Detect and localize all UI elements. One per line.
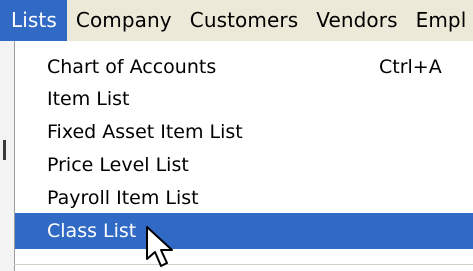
menu-company[interactable]: Company [67, 0, 181, 41]
menu-item-payroll-item-list[interactable]: Payroll Item List [15, 180, 473, 216]
menu-item-label: Chart of Accounts [47, 56, 217, 78]
mouse-pointer-icon [146, 226, 173, 267]
menu-lists[interactable]: Lists [0, 0, 67, 41]
menu-item-label: Fixed Asset Item List [47, 121, 243, 143]
menu-item-label: Payroll Item List [47, 187, 199, 209]
menu-bar: Lists Company Customers Vendors Empl [0, 0, 473, 41]
shortcut-label: Ctrl+A [379, 56, 442, 78]
menu-item-label: Price Level List [47, 154, 189, 176]
menu-item-label: Class List [47, 220, 137, 242]
menu-item-price-level-list[interactable]: Price Level List [15, 147, 473, 183]
menu-vendors[interactable]: Vendors [307, 0, 406, 41]
background-window-edge [0, 41, 14, 271]
menu-separator [14, 264, 473, 265]
menu-employees[interactable]: Empl [407, 0, 473, 41]
menu-customers[interactable]: Customers [181, 0, 307, 41]
menu-item-item-list[interactable]: Item List [15, 81, 473, 117]
menu-item-label: Item List [47, 88, 130, 110]
menu-item-fixed-asset-item-list[interactable]: Fixed Asset Item List [15, 114, 473, 150]
background-mark [3, 140, 6, 160]
lists-dropdown-menu: Chart of Accounts Ctrl+A Item List Fixed… [14, 41, 473, 271]
menu-item-class-list[interactable]: Class List [15, 213, 473, 249]
menu-item-chart-of-accounts[interactable]: Chart of Accounts Ctrl+A [15, 49, 473, 85]
